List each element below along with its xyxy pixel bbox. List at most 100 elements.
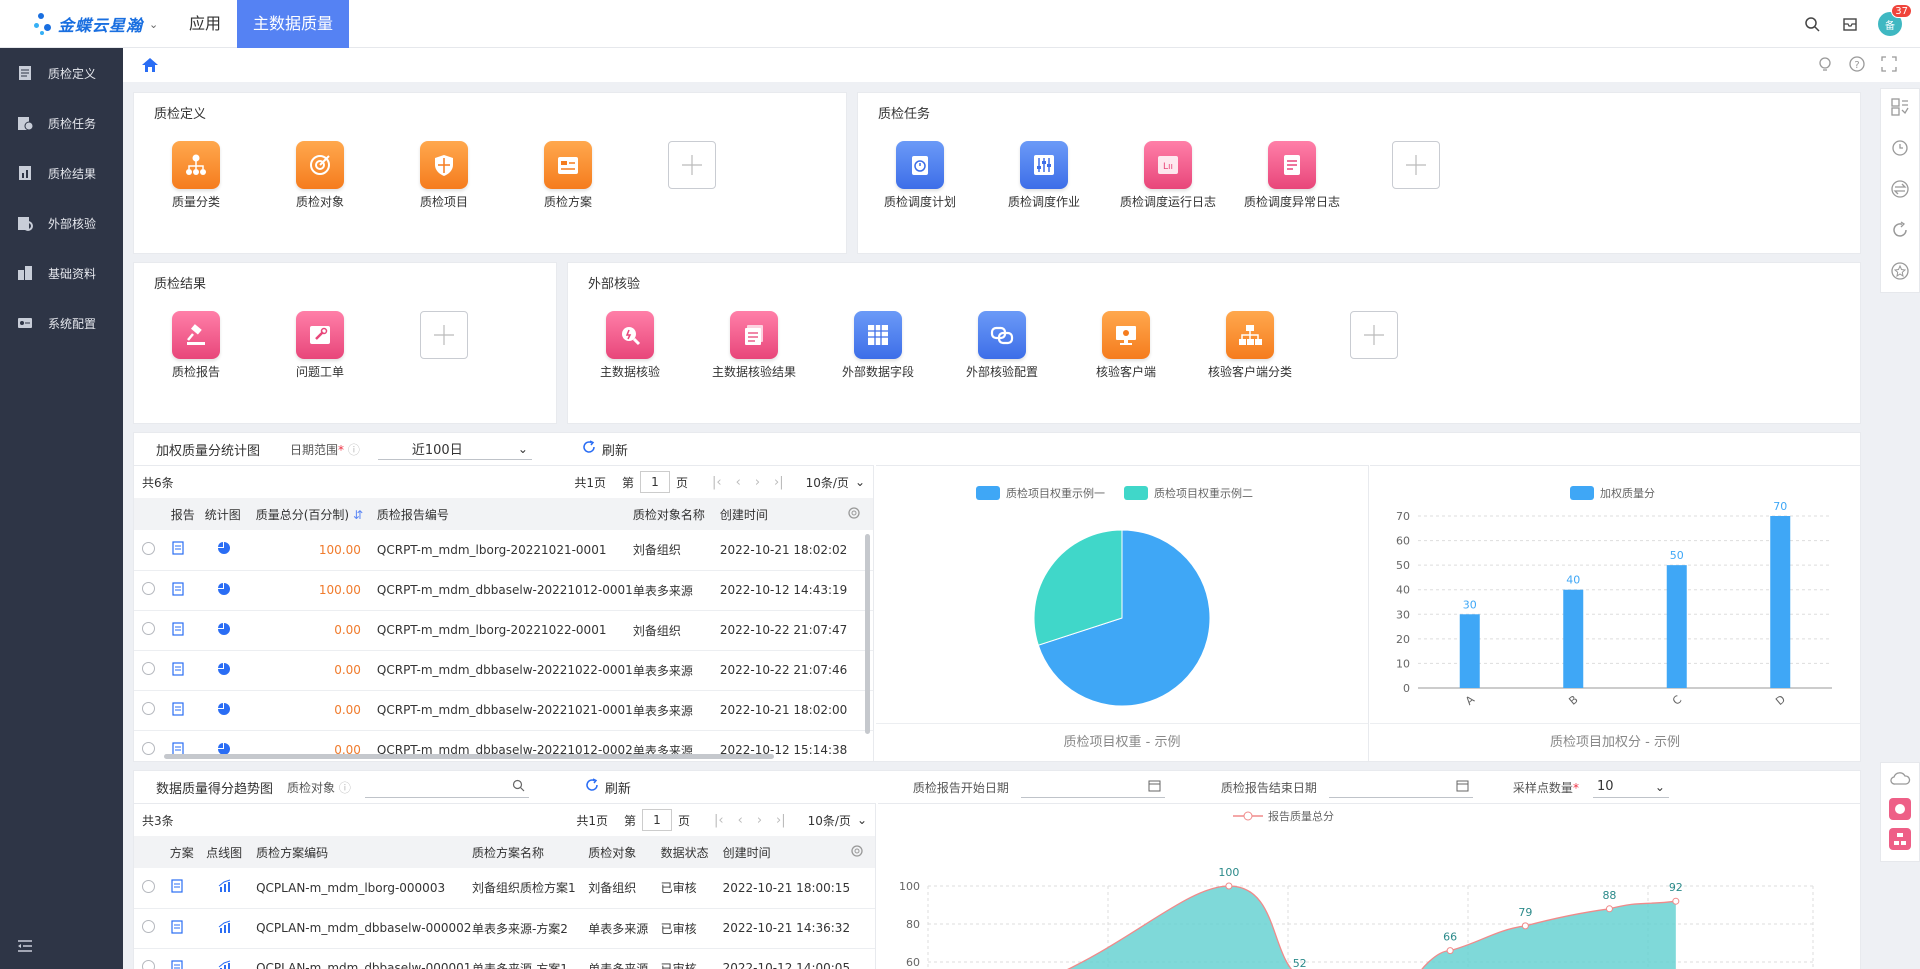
sort-icon[interactable]: ⇵ (353, 508, 363, 522)
tile-external-check-config[interactable]: 外部核验配置 (940, 311, 1064, 380)
date-range-select[interactable]: 近100日 ⌄ (377, 438, 532, 460)
legend-label[interactable]: 报告质量总分 (1268, 809, 1334, 823)
nav-master-data-quality[interactable]: 主数据质量 (237, 0, 350, 48)
sidebar-item-qc-result[interactable]: 质检结果 (0, 148, 123, 198)
fullscreen-icon[interactable] (1880, 55, 1898, 76)
sidebar-item-external-check[interactable]: 外部核验 (0, 198, 123, 248)
tile-qc-schedule-job[interactable]: 质检调度作业 (982, 141, 1106, 210)
data-point[interactable] (1446, 947, 1454, 955)
tile-qc-report[interactable]: 质检报告 (134, 311, 258, 380)
line-chart-icon[interactable] (218, 879, 232, 896)
legend-marker[interactable] (1243, 811, 1253, 821)
data-point[interactable] (1521, 922, 1529, 930)
row-radio[interactable] (142, 541, 155, 555)
bar[interactable] (1666, 565, 1687, 688)
table-row[interactable]: 0.00 QCRPT-m_mdm_dbbaselw-20221012-0002 单表… (134, 730, 873, 771)
first-page-icon[interactable]: |‹ (712, 475, 722, 490)
column-header[interactable]: 创建时间 (722, 836, 851, 868)
bar[interactable] (1459, 614, 1480, 688)
horizontal-scrollbar[interactable] (164, 754, 774, 759)
column-header-score[interactable]: 质量总分(百分制) ⇵ (255, 498, 377, 530)
nav-app[interactable]: 应用 (173, 0, 237, 48)
logo[interactable]: 金蝶云星瀚 ⌄ (34, 10, 158, 38)
add-tile-button[interactable] (382, 311, 506, 380)
tile-qc-schedule-plan[interactable]: 质检调度计划 (858, 141, 982, 210)
tile-master-data-check-result[interactable]: 主数据核验结果 (692, 311, 816, 380)
calendar-icon[interactable] (1456, 779, 1469, 795)
table-row[interactable]: QCPLAN-m_mdm_dbbaselw-000002 单表多来源-方案2 单表多… (134, 908, 875, 949)
sidebar-item-qc-definition[interactable]: 质检定义 (0, 48, 123, 98)
collapse-sidebar-icon[interactable] (16, 937, 34, 955)
refresh-button[interactable]: 刷新 (582, 440, 628, 459)
column-header[interactable]: 质检对象 (588, 836, 661, 868)
tile-check-client[interactable]: 核验客户端 (1064, 311, 1188, 380)
page-number-input[interactable]: 1 (640, 471, 670, 493)
mailbox-icon[interactable] (1840, 14, 1860, 34)
lightbulb-icon[interactable] (1816, 55, 1834, 76)
org-shortcut-icon[interactable] (1889, 828, 1911, 850)
pie-chart-icon[interactable] (217, 662, 231, 679)
row-radio[interactable] (142, 622, 155, 635)
next-page-icon[interactable]: › (757, 813, 762, 828)
next-page-icon[interactable]: › (755, 475, 760, 490)
column-header[interactable]: 质检方案名称 (471, 836, 589, 868)
layout-icon[interactable] (1890, 97, 1910, 120)
legend-swatch[interactable] (1124, 486, 1148, 500)
table-row[interactable]: 0.00 QCRPT-m_mdm_dbbaselw-20221022-0001 单表… (134, 650, 873, 691)
tile-qc-plan[interactable]: 质检方案 (506, 141, 630, 210)
data-point[interactable] (1672, 897, 1680, 905)
tile-issue-ticket[interactable]: 问题工单 (258, 311, 382, 380)
legend-label[interactable]: 加权质量分 (1600, 487, 1655, 500)
plan-icon[interactable] (170, 959, 184, 969)
table-row[interactable]: QCPLAN-m_mdm_dbbaselw-000001 单表多来源-方案1 单表多… (134, 948, 875, 969)
column-header[interactable]: 创建时间 (719, 498, 848, 530)
chevron-down-icon[interactable]: ⌄ (857, 813, 867, 827)
table-row[interactable]: QCPLAN-m_mdm_lborg-000003 刘备组织质检方案1 刘备组织 已审… (134, 868, 875, 909)
calendar-icon[interactable] (1148, 779, 1161, 795)
tile-qc-object[interactable]: 质检对象 (258, 141, 382, 210)
column-header[interactable]: 方案 (169, 836, 207, 868)
table-row[interactable]: 0.00 QCRPT-m_mdm_dbbaselw-20221021-0001 单表… (134, 690, 873, 731)
table-row[interactable]: 0.00 QCRPT-m_mdm_lborg-20221022-0001 刘备组织 2… (134, 610, 873, 651)
report-icon[interactable] (171, 621, 185, 639)
pie-chart-icon[interactable] (217, 542, 231, 558)
column-header[interactable]: 报告 (170, 498, 205, 530)
star-icon[interactable] (1890, 261, 1910, 284)
sidebar-item-basic-data[interactable]: 基础资料 (0, 248, 123, 298)
chevron-down-icon[interactable]: ⌄ (149, 18, 158, 31)
tile-qc-item[interactable]: 质检项目 (382, 141, 506, 210)
start-date-input[interactable] (1020, 776, 1165, 798)
tile-check-client-category[interactable]: 核验客户端分类 (1188, 311, 1312, 380)
bar[interactable] (1770, 516, 1791, 688)
refresh-button[interactable]: 刷新 (585, 778, 631, 797)
line-chart-icon[interactable] (218, 960, 232, 969)
column-header[interactable]: 质检报告编号 (376, 498, 633, 530)
row-radio[interactable] (142, 920, 155, 933)
end-date-input[interactable] (1328, 776, 1473, 798)
column-header[interactable]: 统计图 (204, 498, 256, 530)
legend-label[interactable]: 质检项目权重示例二 (1154, 486, 1253, 500)
report-icon[interactable] (171, 541, 185, 558)
column-settings-icon[interactable] (850, 836, 875, 868)
legend-label[interactable]: 质检项目权重示例一 (1006, 486, 1105, 500)
tile-master-data-check[interactable]: 主数据核验 (568, 311, 692, 380)
page-size-select[interactable]: 10条/页 (808, 812, 851, 829)
row-radio[interactable] (142, 879, 155, 893)
vertical-scrollbar[interactable] (865, 534, 870, 734)
help-icon[interactable]: ? (1848, 55, 1866, 76)
app-shortcut-icon[interactable] (1889, 798, 1911, 820)
tile-qc-schedule-error-log[interactable]: 质检调度异常日志 (1230, 141, 1354, 210)
add-tile-button[interactable] (1312, 311, 1436, 380)
column-header[interactable]: 质检方案编码 (256, 836, 472, 868)
last-page-icon[interactable]: ›| (776, 813, 786, 828)
report-icon[interactable] (171, 661, 185, 679)
avatar[interactable]: 备 37 (1878, 4, 1912, 36)
add-tile-button[interactable] (630, 141, 754, 210)
pie-chart-icon[interactable] (217, 702, 231, 719)
search-icon[interactable] (512, 779, 525, 795)
sidebar-item-system-config[interactable]: 系统配置 (0, 298, 123, 348)
cloud-icon[interactable] (1889, 769, 1911, 790)
row-radio[interactable] (142, 582, 155, 595)
sidebar-item-qc-task[interactable]: 质检任务 (0, 98, 123, 148)
column-settings-icon[interactable] (847, 498, 873, 530)
